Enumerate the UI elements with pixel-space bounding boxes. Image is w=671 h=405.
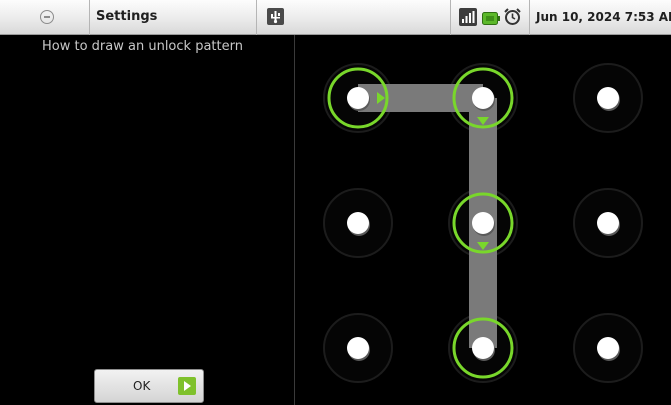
status-bar-divider [89,0,90,35]
status-datetime: Jun 10, 2024 7:53 AM [536,10,671,24]
pattern-dot-target-8[interactable] [447,312,519,384]
usb-icon [267,8,284,25]
unlock-pattern-pad[interactable] [295,35,671,405]
signal-icon [459,8,477,26]
arrow-right-icon [178,377,196,395]
status-bar-divider [529,0,530,35]
pattern-dot-target-7[interactable] [322,312,394,384]
battery-icon [482,10,500,25]
pattern-dot-target-5[interactable] [447,187,519,259]
instructions-panel: How to draw an unlock pattern OK [0,35,294,405]
status-bar-divider [450,0,451,35]
status-bar-divider [256,0,257,35]
pattern-dot-target-9[interactable] [572,312,644,384]
app-title: Settings [96,9,158,24]
ok-button-label: OK [133,379,151,393]
pattern-dot-target-3[interactable] [572,62,644,134]
pattern-dot-target-1[interactable] [322,62,394,134]
pattern-dot-target-6[interactable] [572,187,644,259]
home-icon[interactable] [40,10,54,24]
instruction-text: How to draw an unlock pattern [42,39,243,54]
pattern-dot-target-4[interactable] [322,187,394,259]
status-bar: Settings Jun 10, 2024 7:53 AM [0,0,671,35]
ok-button[interactable]: OK [94,369,204,403]
alarm-clock-icon [503,7,522,26]
pattern-dot-target-2[interactable] [447,62,519,134]
